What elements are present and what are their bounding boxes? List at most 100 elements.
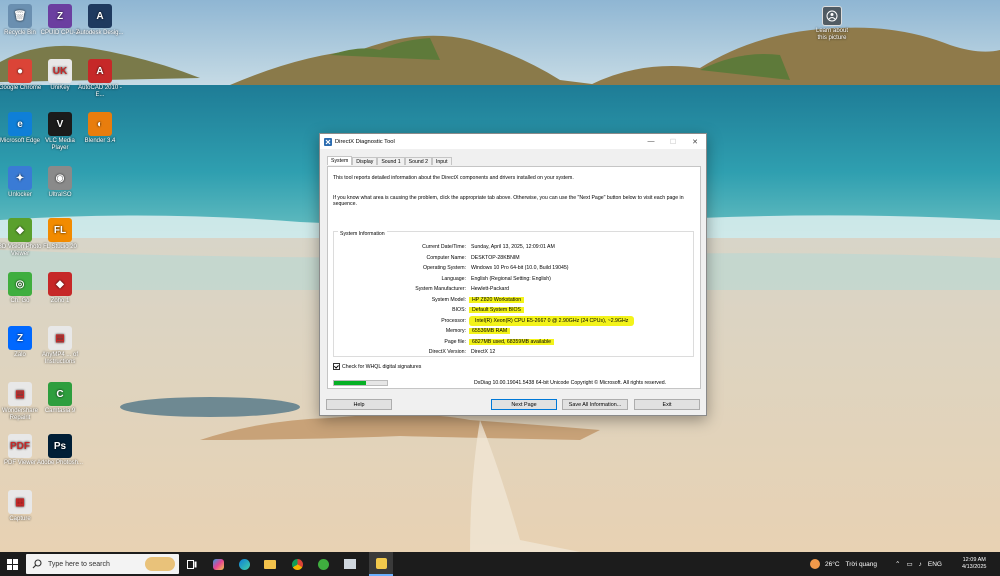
learn-about-picture[interactable]: Learn about this picture	[812, 6, 852, 42]
task-view-button[interactable]	[184, 552, 200, 576]
save-all-information-button[interactable]: Save All Information...	[562, 399, 628, 410]
app-icon: ◎	[8, 272, 32, 296]
info-value: DirectX 12	[471, 349, 496, 356]
weather-condition: Trời quang	[845, 560, 878, 568]
window-app-icon	[344, 559, 356, 569]
window-title: DirectX Diagnostic Tool	[335, 138, 395, 145]
taskbar-file-explorer[interactable]	[260, 552, 280, 576]
info-key: Operating System:	[423, 265, 466, 272]
volume-icon[interactable]: ♪	[919, 561, 922, 568]
clock[interactable]: 12:09 AM 4/13/2025	[962, 552, 986, 576]
info-row: Current Date/Time: Sunday, April 13, 2025…	[334, 242, 693, 253]
desktop-icon-label: UltraISO	[48, 192, 72, 198]
green-circle-icon	[317, 558, 329, 570]
app-icon: C	[48, 382, 72, 406]
app-icon: Ps	[48, 434, 72, 458]
taskbar-edge[interactable]	[234, 552, 254, 576]
weather-temperature: 26°C	[825, 560, 840, 568]
clock-date: 4/13/2025	[962, 564, 987, 570]
app-icon: V	[48, 112, 72, 136]
search-placeholder: Type here to search	[48, 560, 110, 568]
desktop-icon-label: AnyMP4 ... of Instructions	[41, 352, 78, 365]
info-value: HP Z820 Workstation	[469, 296, 525, 303]
desktop-icon[interactable]: ◉ UltraISO	[36, 166, 84, 199]
taskbar-search-box[interactable]: Type here to search	[26, 554, 179, 574]
info-value: Intel(R) Xeon(R) CPU E5-2667 0 @ 2.90GHz…	[469, 315, 635, 326]
info-value: 65536MB RAM	[469, 328, 511, 335]
taskbar-chrome[interactable]	[287, 552, 307, 576]
info-row: Language: English (Regional Setting: Engl…	[334, 274, 693, 285]
desktop-icon-label: Blender 3.4	[84, 138, 116, 144]
taskbar-dxdiag[interactable]	[369, 552, 393, 576]
exit-button[interactable]: Exit	[634, 399, 700, 410]
app-icon: ◆	[8, 218, 32, 242]
language-indicator[interactable]: ENG	[928, 561, 942, 568]
group-title: System Information	[338, 231, 387, 237]
desktop-icon[interactable]: A Autodesk Desig...	[76, 4, 124, 37]
search-icon	[32, 559, 42, 569]
info-row: System Model: HP Z820 Workstation	[334, 295, 693, 306]
chevron-up-icon[interactable]: ⌃	[895, 560, 900, 568]
app-icon: e	[8, 112, 32, 136]
search-highlight-icon	[145, 557, 175, 571]
info-key: System Manufacturer:	[415, 286, 466, 293]
tab-display[interactable]: Display	[352, 157, 378, 165]
whql-checkbox-row[interactable]: Check for WHQL digital signatures	[333, 363, 421, 370]
info-value: DESKTOP-28KBNIM	[471, 254, 520, 261]
info-row: Computer Name: DESKTOP-28KBNIM	[334, 253, 693, 264]
info-key: BIOS:	[452, 307, 466, 314]
info-rows: Current Date/Time: Sunday, April 13, 2025…	[334, 242, 693, 358]
next-page-button[interactable]: Next Page	[491, 399, 557, 410]
app-icon: A	[88, 59, 112, 83]
title-bar[interactable]: DirectX Diagnostic Tool — ☐ ✕	[320, 134, 706, 149]
tab-system[interactable]: System	[327, 156, 353, 165]
maximize-button[interactable]: ☐	[662, 134, 684, 149]
desktop-icon[interactable]: Ps Adobe Photosh...	[36, 434, 84, 467]
weather-widget[interactable]: 26°C Trời quang	[810, 552, 877, 576]
info-value: Windows 10 Pro 64-bit (10.0, Build 19045…	[471, 265, 569, 272]
dxdiag-window: DirectX Diagnostic Tool — ☐ ✕ System Dis…	[319, 133, 707, 416]
taskbar-app-green[interactable]	[313, 552, 333, 576]
system-tray: ⌃ ▭ ♪ ENG	[895, 552, 948, 576]
app-icon: ●	[8, 59, 32, 83]
colorful-app-icon	[212, 558, 224, 570]
taskbar-widgets-app[interactable]	[208, 552, 228, 576]
tab-sound-2[interactable]: Sound 2	[404, 157, 432, 165]
desktop-icon[interactable]: ◐ Blender 3.4	[76, 112, 124, 145]
app-icon: ◆	[48, 272, 72, 296]
desktop-icon[interactable]: A AutoCAD 2010 - E...	[76, 59, 124, 99]
taskbar: Type here to search 26°C Trời quang ⌃ ▭ …	[0, 552, 1000, 576]
tab-input[interactable]: Input	[431, 157, 452, 165]
taskbar-app-window[interactable]	[340, 552, 360, 576]
desktop-icon[interactable]: C Camtasia 9	[36, 382, 84, 415]
folder-icon	[264, 559, 276, 569]
tab-strip: System Display Sound 1 Sound 2 Input	[327, 156, 452, 165]
desktop-icon[interactable]: ▤ AnyMP4 ... of Instructions	[36, 326, 84, 366]
info-value: English (Regional Setting: English)	[471, 275, 551, 282]
desktop-icon[interactable]: ◆ Zoho 1	[36, 272, 84, 305]
info-key: Current Date/Time:	[422, 244, 466, 251]
desktop-icon-label: Camtasia 9	[44, 408, 76, 414]
camera-icon	[822, 6, 842, 26]
info-key: Processor:	[441, 317, 466, 324]
whql-checkbox[interactable]	[333, 363, 340, 370]
edge-icon	[238, 558, 250, 570]
info-key: DirectX Version:	[428, 349, 466, 356]
desktop-icon-label: Capture	[9, 516, 31, 522]
desktop-icon[interactable]: FL FL Studio 20	[36, 218, 84, 251]
clock-time: 12:09 AM	[962, 557, 986, 563]
app-icon: Z	[48, 4, 72, 28]
app-icon: A	[88, 4, 112, 28]
network-icon[interactable]: ▭	[906, 560, 912, 568]
tab-sound-1[interactable]: Sound 1	[377, 157, 405, 165]
start-button[interactable]	[0, 552, 24, 576]
info-row: System Manufacturer: Hewlett-Packard	[334, 284, 693, 295]
info-key: Memory:	[445, 328, 466, 335]
help-button[interactable]: Help	[326, 399, 392, 410]
app-icon: ◉	[48, 166, 72, 190]
minimize-button[interactable]: —	[640, 134, 662, 149]
info-value: 6827MB used, 68359MB available	[469, 338, 555, 345]
desktop-icon[interactable]: ▦ Capture	[0, 490, 44, 523]
close-button[interactable]: ✕	[684, 134, 706, 149]
show-desktop-button[interactable]	[995, 552, 1000, 576]
